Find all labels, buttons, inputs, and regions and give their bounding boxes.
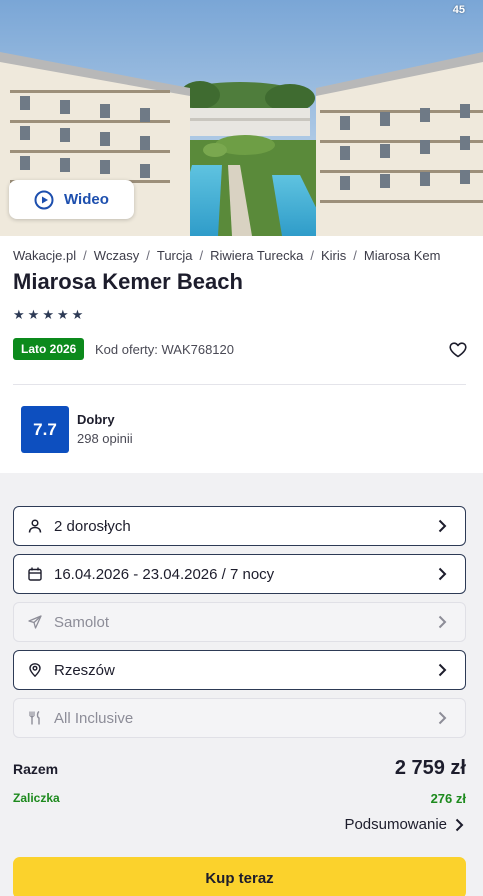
chevron-right-icon — [438, 711, 447, 725]
breadcrumb-item[interactable]: Riwiera Turecka — [210, 248, 303, 263]
breadcrumb-item[interactable]: Miarosa Kem — [364, 248, 441, 263]
offer-code: Kod oferty: WAK768120 — [95, 342, 234, 357]
photo-count: 45 — [452, 4, 465, 16]
person-icon — [28, 519, 42, 533]
hotel-title: Miarosa Kemer Beach — [13, 269, 243, 294]
breadcrumb-item[interactable]: Wczasy — [94, 248, 140, 263]
heart-icon[interactable] — [449, 342, 467, 358]
video-button[interactable]: Wideo — [9, 180, 134, 219]
breadcrumb: Wakacje.pl / Wczasy / Turcja / Riwiera Turecka… — [13, 248, 483, 263]
star-icon: ★ — [27, 307, 40, 322]
chevron-right-icon — [438, 663, 447, 677]
breadcrumb-separator: / — [146, 248, 150, 263]
travelers-select[interactable]: 2 dorosłych — [13, 506, 466, 546]
buy-now-button[interactable]: Kup teraz — [13, 857, 466, 896]
breadcrumb-separator: / — [353, 248, 357, 263]
board-select: All Inclusive — [13, 698, 466, 738]
departure-value: Rzeszów — [54, 661, 115, 679]
rating-score: 7.7 — [21, 406, 69, 453]
total-label: Razem — [13, 761, 59, 777]
travelers-value: 2 dorosłych — [54, 517, 131, 535]
play-circle-icon — [34, 190, 54, 209]
chevron-right-icon — [455, 818, 464, 831]
summary-link-label: Podsumowanie — [344, 816, 447, 833]
board-value: All Inclusive — [54, 709, 134, 727]
rating-label: Dobry — [77, 412, 115, 427]
deposit-label: Zaliczka — [13, 791, 60, 805]
chevron-right-icon — [438, 567, 447, 581]
hotel-info: Wakacje.pl / Wczasy / Turcja / Riwiera Turecka… — [0, 236, 483, 473]
calendar-icon — [28, 567, 42, 581]
star-icon: ★ — [56, 307, 69, 322]
star-icon: ★ — [42, 307, 54, 322]
location-pin-icon — [29, 663, 41, 677]
dates-value: 16.04.2026 - 23.04.2026 / 7 nocy — [54, 565, 275, 583]
transport-select: Samolot — [13, 602, 466, 642]
star-icon: ★ — [13, 307, 25, 322]
breadcrumb-item[interactable]: Kiris — [321, 248, 346, 263]
video-button-label: Wideo — [64, 191, 109, 208]
hotel-photo[interactable]: 45 Wideo — [0, 0, 483, 236]
cutlery-icon — [29, 711, 40, 725]
chevron-right-icon — [438, 615, 447, 629]
breadcrumb-separator: / — [310, 248, 314, 263]
breadcrumb-separator: / — [83, 248, 87, 263]
breadcrumb-item[interactable]: Wakacje.pl — [13, 248, 76, 263]
star-rating: ★ ★ ★ ★ ★ — [13, 308, 83, 322]
departure-select[interactable]: Rzeszów — [13, 650, 466, 690]
rating-count[interactable]: 298 opinii — [77, 431, 133, 446]
star-icon: ★ — [71, 307, 84, 322]
season-badge: Lato 2026 — [13, 338, 85, 360]
plane-icon — [28, 615, 42, 629]
divider — [13, 384, 466, 385]
chevron-right-icon — [438, 519, 447, 533]
breadcrumb-item[interactable]: Turcja — [157, 248, 193, 263]
summary-link[interactable]: Podsumowanie — [344, 816, 464, 833]
total-price: 2 759 zł — [394, 757, 466, 779]
dates-select[interactable]: 16.04.2026 - 23.04.2026 / 7 nocy — [13, 554, 466, 594]
breadcrumb-separator: / — [199, 248, 204, 263]
deposit-price: 276 zł — [430, 791, 466, 806]
transport-value: Samolot — [54, 613, 110, 631]
